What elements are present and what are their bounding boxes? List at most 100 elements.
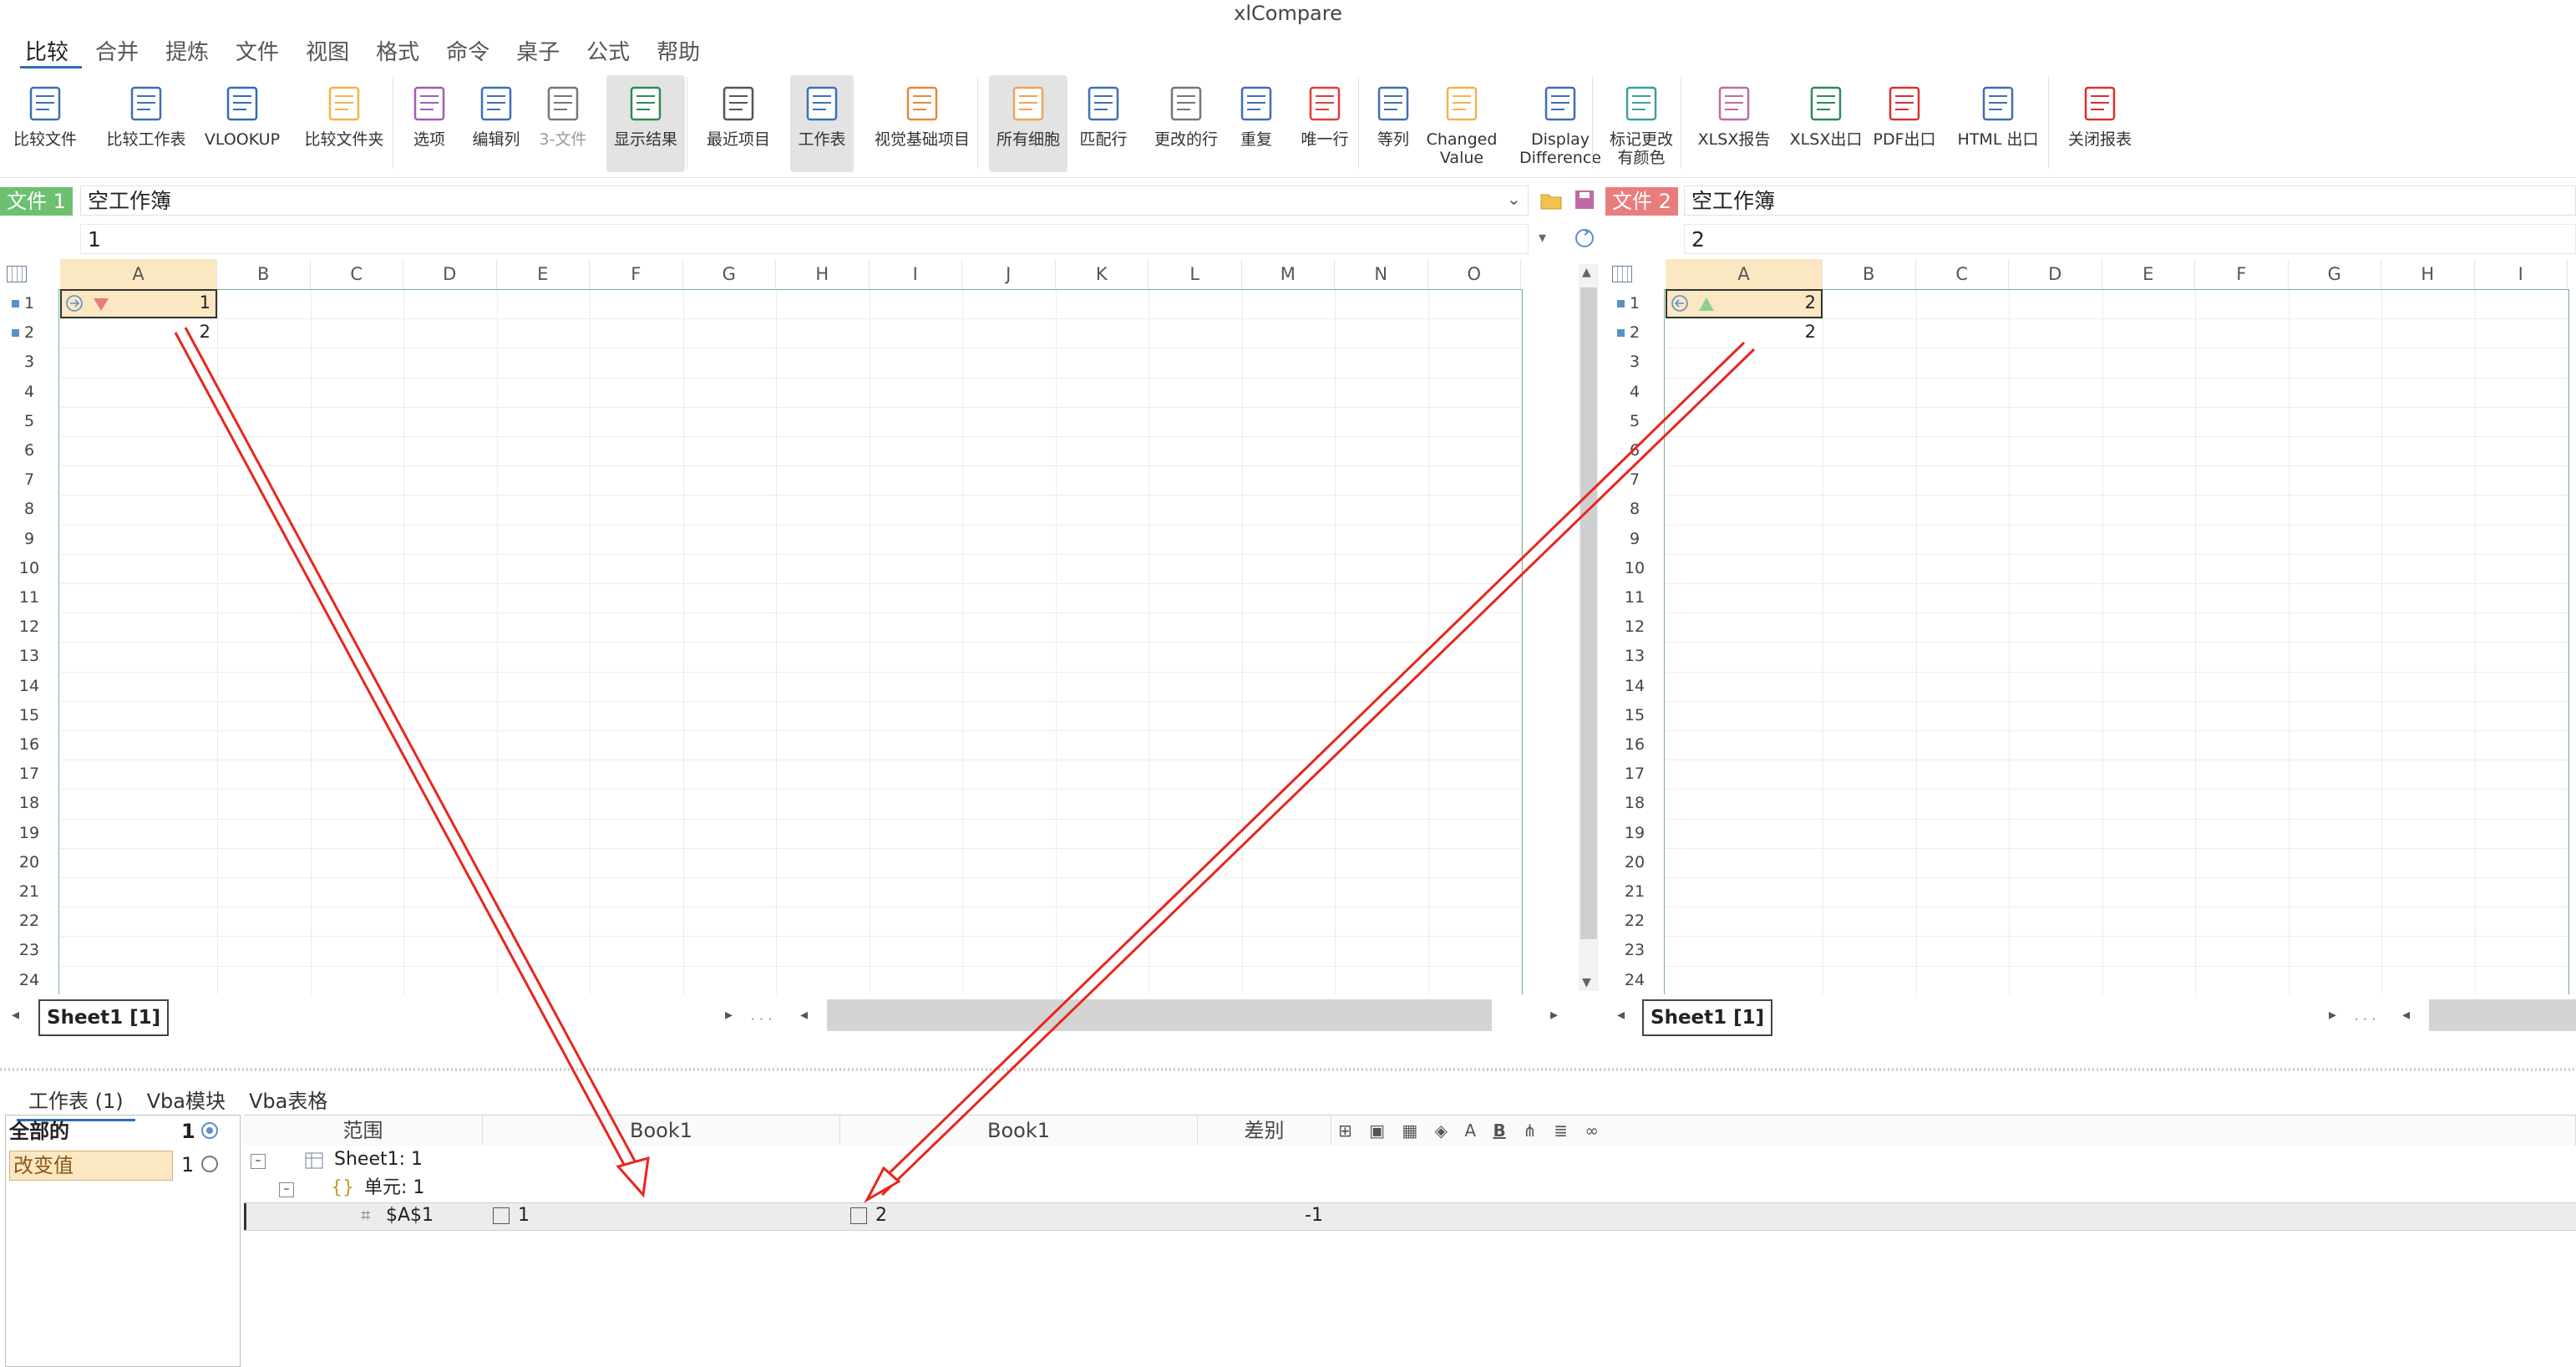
- dropdown-icon[interactable]: ▾: [1539, 229, 1546, 246]
- menu-item[interactable]: 比较: [20, 30, 83, 69]
- left-sheet-tab[interactable]: Sheet1 [1]: [38, 999, 170, 1036]
- column-header[interactable]: D: [2009, 259, 2102, 289]
- radio-selected-icon[interactable]: [201, 1122, 218, 1139]
- ribbon-button[interactable]: 显示结果: [606, 75, 685, 172]
- column-header[interactable]: G: [683, 259, 776, 289]
- row-header[interactable]: 10: [1605, 554, 1664, 583]
- header-book1-right[interactable]: Book1: [840, 1115, 1198, 1146]
- column-header[interactable]: K: [1056, 259, 1149, 289]
- row-header[interactable]: 9: [0, 525, 58, 554]
- row-header[interactable]: 6: [0, 436, 58, 465]
- tree-cell-node[interactable]: 单元: 1: [364, 1176, 424, 1201]
- file1-cell-value[interactable]: 1: [80, 224, 1529, 254]
- column-header[interactable]: F: [590, 259, 683, 289]
- row-header[interactable]: 2: [1605, 318, 1664, 348]
- column-header[interactable]: H: [2381, 259, 2475, 289]
- menu-item[interactable]: 视图: [301, 30, 363, 69]
- row-header[interactable]: 14: [1605, 672, 1664, 701]
- column-header[interactable]: A: [60, 259, 217, 289]
- cell-a1[interactable]: 2: [1666, 292, 1816, 313]
- font-color-icon[interactable]: A: [1464, 1121, 1476, 1141]
- column-header[interactable]: B: [1823, 259, 1916, 289]
- right-sheet-tab[interactable]: Sheet1 [1]: [1642, 999, 1773, 1036]
- menu-item[interactable]: 合并: [90, 30, 152, 69]
- filter-changed[interactable]: 改变值 1: [9, 1151, 236, 1181]
- bold-icon[interactable]: B: [1493, 1121, 1505, 1141]
- pane-splitter[interactable]: [0, 1068, 2576, 1071]
- ribbon-button[interactable]: 比较工作表: [97, 75, 195, 172]
- left-hscroll-thumb[interactable]: [827, 999, 1492, 1031]
- row-header[interactable]: 19: [1605, 819, 1664, 848]
- row-header[interactable]: 18: [1605, 789, 1664, 818]
- row-header[interactable]: 16: [1605, 730, 1664, 760]
- column-header[interactable]: C: [1916, 259, 2009, 289]
- row-header[interactable]: 22: [0, 907, 58, 936]
- folder-open-icon[interactable]: [1539, 187, 1564, 212]
- row-header[interactable]: 1: [0, 289, 58, 318]
- column-header[interactable]: L: [1149, 259, 1242, 289]
- column-header[interactable]: I: [870, 259, 962, 289]
- header-book1-left[interactable]: Book1: [483, 1115, 840, 1146]
- row-header[interactable]: 7: [1605, 465, 1664, 495]
- ribbon-button[interactable]: 比较文件: [7, 75, 84, 172]
- sheet-prev-icon[interactable]: ◂: [12, 1006, 19, 1024]
- sync-icon[interactable]: [1572, 226, 1597, 251]
- row-header[interactable]: 12: [1605, 612, 1664, 642]
- row-header[interactable]: 22: [1605, 907, 1664, 936]
- file2-workbook-select[interactable]: 空工作簿: [1684, 185, 2576, 216]
- ribbon-button[interactable]: 选项: [404, 75, 454, 172]
- row-header[interactable]: 11: [1605, 583, 1664, 612]
- scroll-left-icon[interactable]: ◂: [800, 1006, 808, 1024]
- ribbon-button[interactable]: HTML 出口: [1951, 75, 2045, 172]
- filter-all[interactable]: 全部的 1: [9, 1117, 236, 1146]
- select-all-icon[interactable]: [1612, 266, 1632, 282]
- column-header[interactable]: E: [497, 259, 590, 289]
- row-header[interactable]: 15: [0, 701, 58, 730]
- file1-workbook-select[interactable]: 空工作簿: [80, 185, 1529, 216]
- cell-a2[interactable]: 2: [60, 322, 210, 342]
- file2-cell-value[interactable]: 2: [1684, 224, 2576, 254]
- row-header[interactable]: 21: [0, 877, 58, 907]
- column-header[interactable]: J: [962, 259, 1056, 289]
- ribbon-button[interactable]: 唯一行: [1296, 75, 1353, 172]
- ribbon-button[interactable]: 所有细胞: [989, 75, 1067, 172]
- ribbon-button[interactable]: 编辑列: [469, 75, 523, 172]
- row-header[interactable]: 21: [1605, 877, 1664, 907]
- ribbon-button[interactable]: Changed Value: [1427, 75, 1497, 172]
- select-all-icon[interactable]: [7, 266, 27, 282]
- tree-icon[interactable]: ⋔: [1523, 1121, 1537, 1141]
- row-header[interactable]: 4: [1605, 378, 1664, 407]
- row-header[interactable]: 24: [0, 966, 58, 994]
- row-header[interactable]: 24: [1605, 966, 1664, 994]
- menu-item[interactable]: 帮助: [652, 30, 713, 69]
- row-header[interactable]: 13: [1605, 642, 1664, 671]
- ribbon-button[interactable]: 标记更改 有颜色: [1602, 75, 1681, 172]
- column-header[interactable]: F: [2195, 259, 2289, 289]
- tree-sheet-node[interactable]: Sheet1: 1: [334, 1147, 423, 1172]
- menu-item[interactable]: 格式: [371, 30, 433, 69]
- header-range[interactable]: 范围: [244, 1115, 483, 1146]
- menu-item[interactable]: 桌子: [511, 30, 573, 69]
- ribbon-button[interactable]: 更改的行: [1148, 75, 1225, 172]
- column-header[interactable]: E: [2102, 259, 2195, 289]
- row-header[interactable]: 12: [0, 612, 58, 642]
- menu-item[interactable]: 文件: [231, 30, 292, 69]
- row-header[interactable]: 20: [1605, 848, 1664, 877]
- scroll-right-icon[interactable]: ▸: [1550, 1006, 1558, 1024]
- collapse-icon[interactable]: –: [279, 1182, 294, 1197]
- row-header[interactable]: 9: [1605, 525, 1664, 554]
- wrap-icon[interactable]: ≣: [1554, 1121, 1568, 1141]
- row-header[interactable]: 4: [0, 378, 58, 407]
- row-header[interactable]: 20: [0, 848, 58, 877]
- menu-item[interactable]: 命令: [441, 30, 503, 69]
- ribbon-button[interactable]: 比较文件夹: [292, 75, 396, 172]
- ribbon-button[interactable]: 匹配行: [1072, 75, 1134, 172]
- row-header[interactable]: 17: [1605, 760, 1664, 789]
- sheet-next-icon[interactable]: ▸: [725, 1006, 733, 1024]
- row-header[interactable]: 8: [1605, 495, 1664, 524]
- row-header[interactable]: 8: [0, 495, 58, 524]
- ribbon-button[interactable]: 视觉基础项目: [860, 75, 984, 172]
- radio-icon[interactable]: [201, 1156, 218, 1172]
- vertical-scrollbar[interactable]: ▲ ▼: [1579, 264, 1599, 991]
- row-header[interactable]: 10: [0, 554, 58, 583]
